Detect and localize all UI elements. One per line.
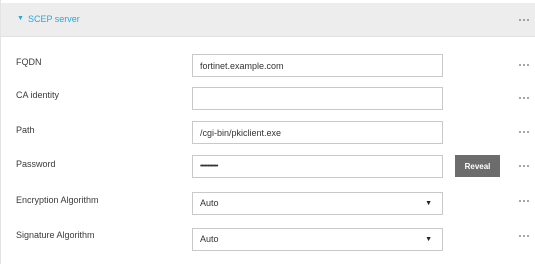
signature-algorithm-select[interactable]: Auto ▼ — [192, 228, 443, 251]
scep-server-panel: ▼ SCEP server FQDN CA identity Path Pass… — [0, 0, 535, 264]
ca-identity-input[interactable] — [192, 87, 443, 110]
section-header: ▼ SCEP server — [1, 3, 535, 37]
path-label: Path — [16, 125, 35, 135]
ca-identity-label: CA identity — [16, 90, 60, 100]
encryption-algorithm-label: Encryption Algorithm — [16, 195, 99, 205]
panel-border — [0, 0, 1, 264]
caret-down-icon: ▼ — [425, 236, 432, 243]
path-input[interactable] — [192, 121, 443, 144]
ca-identity-more-icon[interactable] — [519, 96, 529, 100]
signature-algorithm-more-icon[interactable] — [519, 234, 529, 238]
password-more-icon[interactable] — [519, 164, 529, 168]
encryption-algorithm-select[interactable]: Auto ▼ — [192, 192, 443, 215]
collapse-caret-icon: ▼ — [17, 15, 24, 22]
reveal-button[interactable]: Reveal — [455, 155, 500, 177]
path-more-icon[interactable] — [519, 130, 529, 134]
fqdn-more-icon[interactable] — [519, 63, 529, 67]
section-toggle[interactable]: ▼ SCEP server — [17, 14, 80, 24]
password-label: Password — [16, 159, 56, 169]
section-more-icon[interactable] — [519, 18, 529, 22]
signature-algorithm-value: Auto — [200, 234, 219, 244]
caret-down-icon: ▼ — [425, 200, 432, 207]
fqdn-input[interactable] — [192, 54, 443, 77]
encryption-algorithm-value: Auto — [200, 198, 219, 208]
section-title: SCEP server — [27, 14, 80, 24]
fqdn-label: FQDN — [16, 57, 42, 67]
signature-algorithm-label: Signature Algorithm — [16, 230, 95, 240]
encryption-algorithm-more-icon[interactable] — [519, 199, 529, 203]
password-input[interactable] — [192, 155, 443, 178]
